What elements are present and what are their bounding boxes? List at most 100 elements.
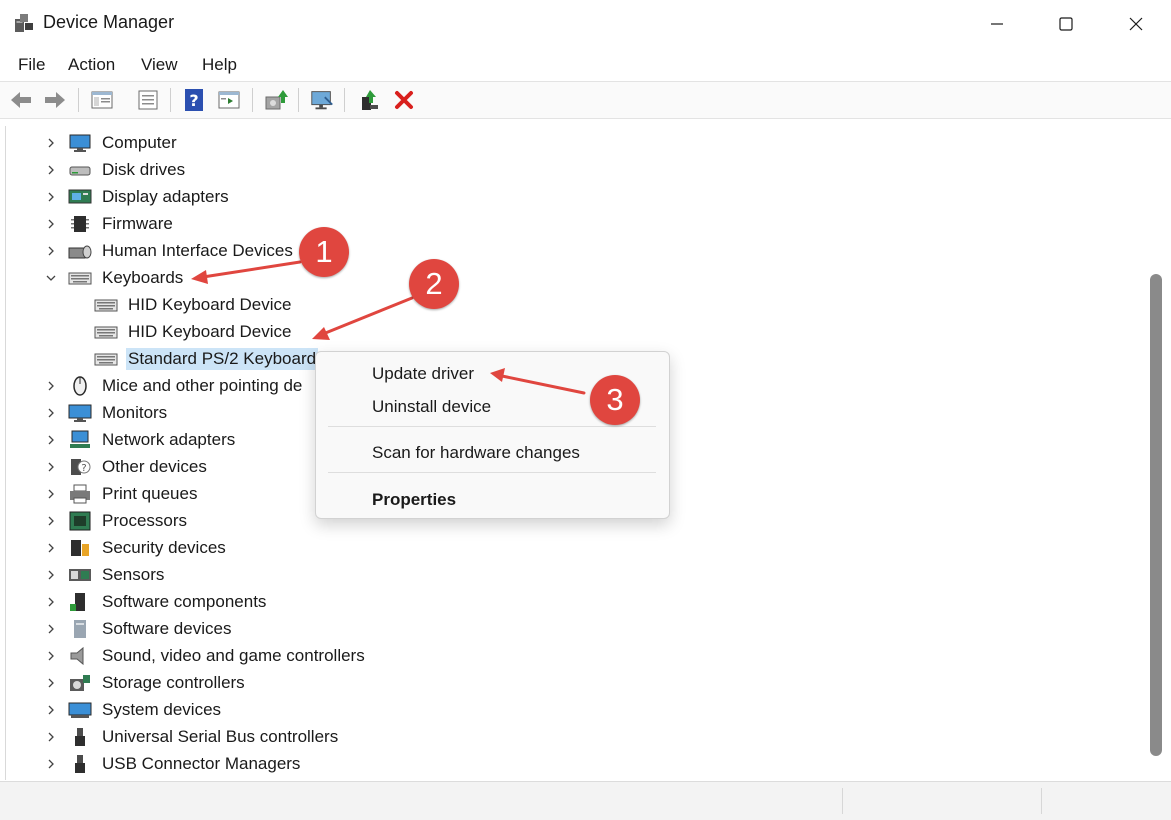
network-adapter-icon xyxy=(68,430,92,450)
toolbar-separator xyxy=(252,88,253,112)
tree-category-row[interactable]: Disk drives xyxy=(44,156,187,183)
update-driver-icon xyxy=(265,90,288,110)
tree-category-row[interactable]: Security devices xyxy=(44,534,228,561)
tree-category-row[interactable]: Network adapters xyxy=(44,426,237,453)
tree-category-row[interactable]: Storage controllers xyxy=(44,669,247,696)
chevron-down-icon[interactable] xyxy=(44,271,58,285)
tree-category-row[interactable]: Monitors xyxy=(44,399,169,426)
toolbar-separator xyxy=(78,88,79,112)
disk-drive-icon xyxy=(68,160,92,180)
computer-icon xyxy=(68,133,92,153)
other-devices-icon: ? xyxy=(68,457,92,477)
menu-help[interactable]: Help xyxy=(202,55,237,75)
keyboard-icon xyxy=(94,295,118,315)
properties-button[interactable] xyxy=(135,88,161,112)
tree-category-row[interactable]: Software devices xyxy=(44,615,233,642)
menu-file[interactable]: File xyxy=(18,55,45,75)
chevron-right-icon[interactable] xyxy=(44,649,58,663)
menu-item-scan-hardware-changes[interactable]: Scan for hardware changes xyxy=(372,443,580,463)
update-driver-button[interactable] xyxy=(263,88,289,112)
storage-controller-icon xyxy=(68,673,92,693)
callout-badge-1: 1 xyxy=(299,227,349,277)
back-button[interactable] xyxy=(8,88,34,112)
tree-category-label: Keyboards xyxy=(102,267,184,287)
show-hide-console-tree-button[interactable] xyxy=(89,88,115,112)
toolbar-separator xyxy=(170,88,171,112)
tree-device-row[interactable]: HID Keyboard Device xyxy=(94,291,293,318)
tree-category-label: Network adapters xyxy=(102,429,236,449)
tree-device-row-selected[interactable]: Standard PS/2 Keyboard xyxy=(94,345,319,372)
chevron-right-icon[interactable] xyxy=(44,460,58,474)
chevron-right-icon[interactable] xyxy=(44,406,58,420)
status-separator xyxy=(842,788,843,814)
chevron-right-icon[interactable] xyxy=(44,568,58,582)
chevron-right-icon[interactable] xyxy=(44,244,58,258)
chevron-right-icon[interactable] xyxy=(44,622,58,636)
menu-item-properties[interactable]: Properties xyxy=(372,490,456,510)
enable-device-icon xyxy=(362,90,378,110)
status-bar xyxy=(0,781,1171,820)
show-hide-console-tree-icon xyxy=(91,91,113,109)
chevron-right-icon[interactable] xyxy=(44,730,58,744)
scrollbar-thumb[interactable] xyxy=(1150,274,1162,756)
close-button[interactable] xyxy=(1101,0,1171,47)
tree-category-row[interactable]: Computer xyxy=(44,129,179,156)
menu-action[interactable]: Action xyxy=(68,55,115,75)
tree-category-row[interactable]: Human Interface Devices xyxy=(44,237,295,264)
tree-category-label: Other devices xyxy=(102,456,207,476)
show-action-pane-button[interactable] xyxy=(216,88,242,112)
maximize-button[interactable] xyxy=(1031,0,1101,47)
chevron-right-icon[interactable] xyxy=(44,163,58,177)
chevron-right-icon[interactable] xyxy=(44,595,58,609)
chevron-right-icon[interactable] xyxy=(44,541,58,555)
tree-category-row[interactable]: Processors xyxy=(44,507,189,534)
tree-category-label: Computer xyxy=(102,132,177,152)
monitor-icon xyxy=(68,403,92,423)
minimize-button[interactable] xyxy=(962,0,1032,47)
speaker-icon xyxy=(68,646,92,666)
chevron-right-icon[interactable] xyxy=(44,487,58,501)
tree-category-row[interactable]: Universal Serial Bus controllers xyxy=(44,723,340,750)
chevron-right-icon[interactable] xyxy=(44,703,58,717)
security-device-icon xyxy=(68,538,92,558)
chevron-right-icon[interactable] xyxy=(44,136,58,150)
tree-category-row[interactable]: Keyboards xyxy=(44,264,185,291)
tree-category-row[interactable]: Firmware xyxy=(44,210,175,237)
scan-hardware-changes-button[interactable] xyxy=(309,88,335,112)
tree-category-row[interactable]: Sound, video and game controllers xyxy=(44,642,367,669)
tree-category-row[interactable]: Software components xyxy=(44,588,268,615)
chevron-right-icon[interactable] xyxy=(44,757,58,771)
enable-device-button[interactable] xyxy=(357,88,383,112)
menu-bar: File Action View Help xyxy=(0,49,1171,80)
printer-icon xyxy=(68,484,92,504)
help-button[interactable]: ? xyxy=(181,88,207,112)
tree-category-label: Sensors xyxy=(102,564,165,584)
title-bar: Device Manager xyxy=(0,0,1171,47)
tree-category-row[interactable]: USB Connector Managers xyxy=(44,750,302,777)
uninstall-device-button[interactable] xyxy=(391,88,417,112)
tree-category-row[interactable]: Display adapters xyxy=(44,183,231,210)
forward-button[interactable] xyxy=(42,88,68,112)
tree-category-label: Disk drives xyxy=(102,159,186,179)
chevron-right-icon[interactable] xyxy=(44,676,58,690)
tree-category-row[interactable]: Sensors xyxy=(44,561,166,588)
chevron-right-icon[interactable] xyxy=(44,514,58,528)
sensor-icon xyxy=(68,565,92,585)
forward-arrow-icon xyxy=(45,92,65,108)
tree-category-row[interactable]: ? Other devices xyxy=(44,453,209,480)
tree-category-label: Security devices xyxy=(102,537,226,557)
chevron-right-icon[interactable] xyxy=(44,433,58,447)
tree-category-label: Sound, video and game controllers xyxy=(102,645,365,665)
tree-category-row[interactable]: Mice and other pointing de xyxy=(44,372,304,399)
chevron-right-icon[interactable] xyxy=(44,190,58,204)
tree-category-row[interactable]: System devices xyxy=(44,696,223,723)
chevron-right-icon[interactable] xyxy=(44,379,58,393)
tree-category-row[interactable]: Print queues xyxy=(44,480,199,507)
tree-category-label: Human Interface Devices xyxy=(102,240,293,260)
menu-item-update-driver[interactable]: Update driver xyxy=(372,364,474,384)
menu-view[interactable]: View xyxy=(141,55,178,75)
chevron-right-icon[interactable] xyxy=(44,217,58,231)
tree-device-row[interactable]: HID Keyboard Device xyxy=(94,318,293,345)
menu-separator xyxy=(328,426,656,427)
menu-item-uninstall-device[interactable]: Uninstall device xyxy=(372,397,491,417)
